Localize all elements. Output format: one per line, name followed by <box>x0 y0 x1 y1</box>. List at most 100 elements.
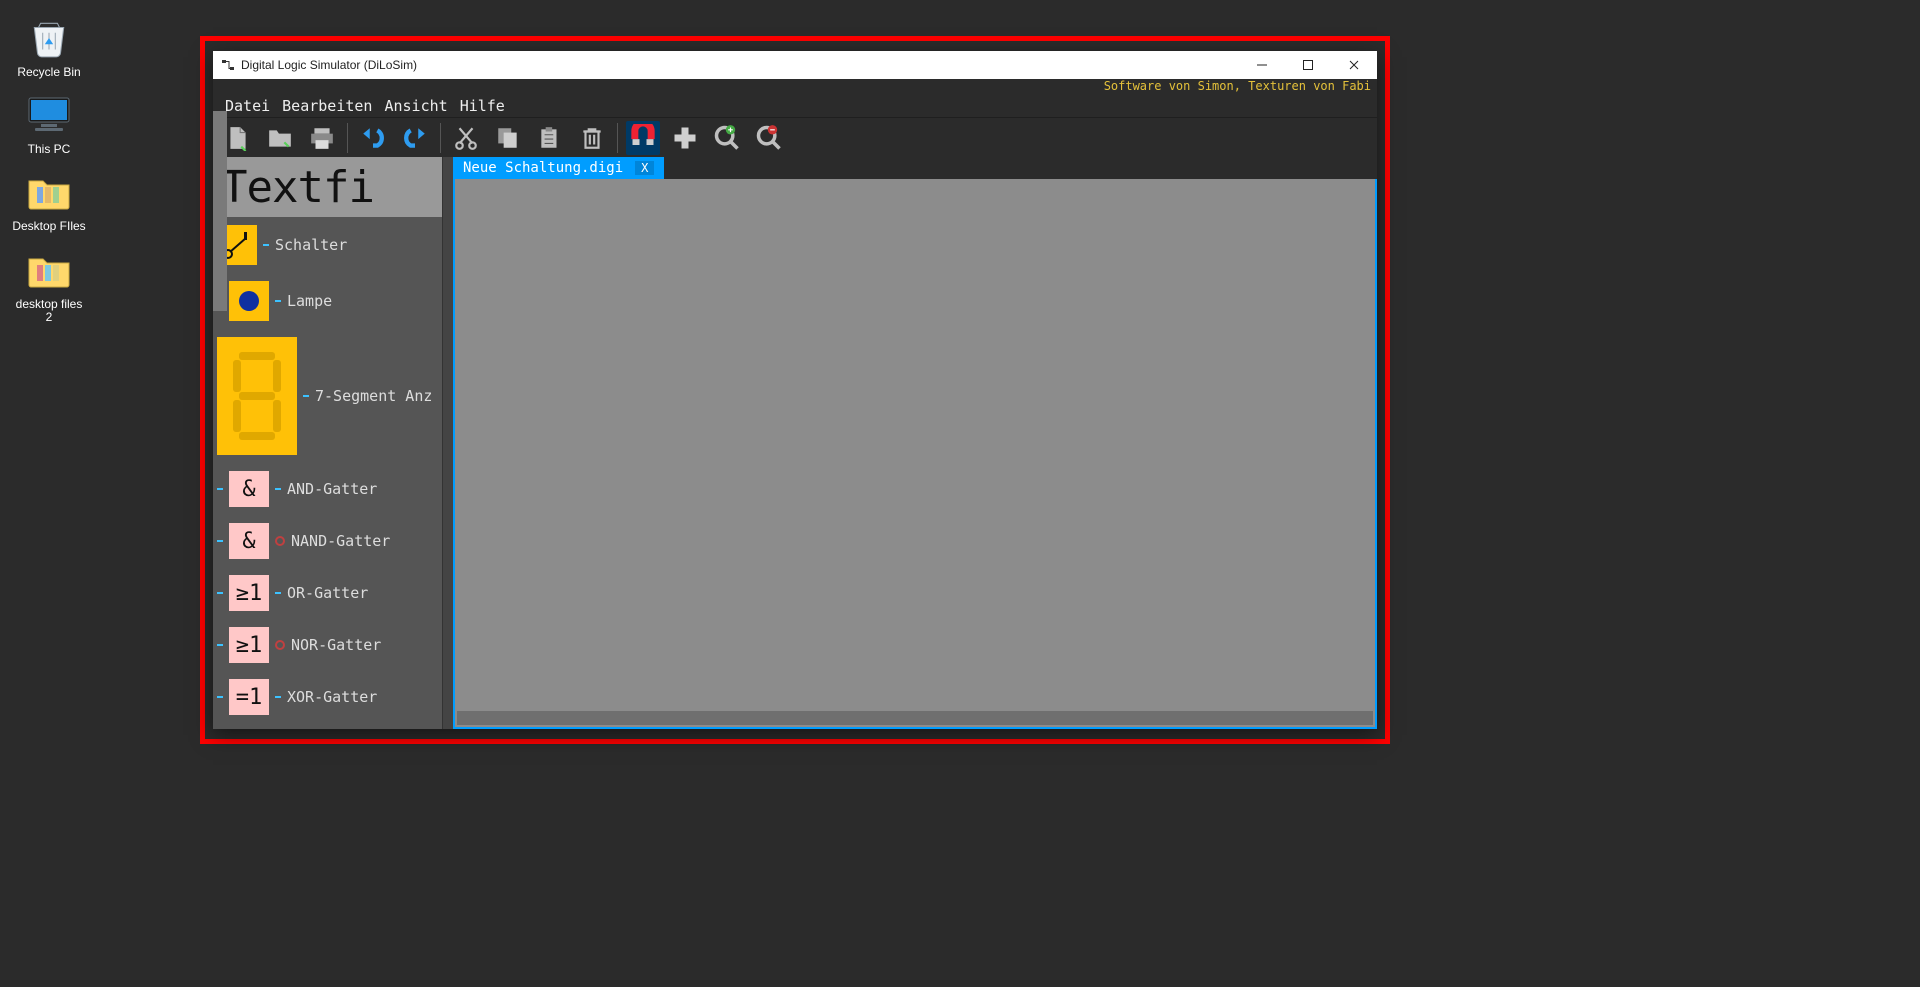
menu-hilfe[interactable]: Hilfe <box>454 97 511 115</box>
printer-icon <box>309 125 335 151</box>
part-nor[interactable]: ≥1NOR-Gatter <box>213 619 442 671</box>
toolbar-separator <box>440 123 441 153</box>
part-lamp[interactable]: Lampe <box>213 273 442 329</box>
part-label: Schalter <box>275 236 347 254</box>
parts-sidebar: Textfi SchalterLampe7-Segment Anz&AND-Ga… <box>213 157 443 729</box>
desktop-icon-label: desktop files 2 <box>16 298 83 324</box>
highlight-frame: Digital Logic Simulator (DiLoSim) Softwa… <box>200 36 1390 744</box>
minimize-button[interactable] <box>1239 51 1285 79</box>
desktop-icon-label: Recycle Bin <box>17 66 80 79</box>
main-area: Neue Schaltung.digi X <box>453 157 1377 729</box>
desktop-icon-recycle-bin[interactable]: Recycle Bin <box>4 8 94 85</box>
part-label: OR-Gatter <box>287 584 368 602</box>
paste-button[interactable] <box>533 121 567 155</box>
gate-icon: ≥1 <box>229 575 269 611</box>
pin-in <box>217 540 223 542</box>
pin-in <box>217 488 223 490</box>
copy-icon <box>495 125 521 151</box>
toolbar <box>213 117 1377 157</box>
maximize-button[interactable] <box>1285 51 1331 79</box>
magnet-icon <box>629 124 657 152</box>
window-title: Digital Logic Simulator (DiLoSim) <box>241 58 1239 72</box>
part-label: 7-Segment Anz <box>315 387 432 405</box>
part-nand[interactable]: & NAND-Gatter <box>213 515 442 567</box>
paste-icon <box>537 125 563 151</box>
sidebar-scroll-thumb[interactable] <box>213 157 227 311</box>
save-button[interactable] <box>305 121 339 155</box>
add-button[interactable] <box>668 121 702 155</box>
pin-out <box>275 592 281 594</box>
zoom-in-icon <box>713 124 741 152</box>
splitter[interactable] <box>443 157 453 729</box>
undo-icon <box>359 125 387 151</box>
seven-segment-icon <box>217 337 297 455</box>
toolbar-separator <box>347 123 348 153</box>
zoom-in-button[interactable] <box>710 121 744 155</box>
pin-in <box>217 696 223 698</box>
delete-button[interactable] <box>575 121 609 155</box>
cut-button[interactable] <box>449 121 483 155</box>
redo-icon <box>401 125 429 151</box>
pin-out <box>275 488 281 490</box>
pin-out <box>275 696 281 698</box>
redo-button[interactable] <box>398 121 432 155</box>
menu-datei[interactable]: Datei <box>219 97 276 115</box>
open-button[interactable] <box>263 121 297 155</box>
zoom-out-button[interactable] <box>752 121 786 155</box>
part-label: NAND-Gatter <box>291 532 390 550</box>
app-icon <box>221 58 235 72</box>
part-switch[interactable]: Schalter <box>213 217 442 273</box>
menu-bearbeiten[interactable]: Bearbeiten <box>276 97 378 115</box>
text-filter-field[interactable]: Textfi <box>213 157 442 217</box>
titlebar[interactable]: Digital Logic Simulator (DiLoSim) <box>213 51 1377 79</box>
lamp-icon <box>229 281 269 321</box>
part-label: NOR-Gatter <box>291 636 381 654</box>
undo-button[interactable] <box>356 121 390 155</box>
part-label: AND-Gatter <box>287 480 377 498</box>
part-xor[interactable]: =1 XOR-Gatter <box>213 671 442 723</box>
desktop-icon-this-pc[interactable]: This PC <box>4 85 94 162</box>
zoom-out-icon <box>755 124 783 152</box>
desktop-icon-label: This PC <box>28 143 71 156</box>
part-or[interactable]: ≥1 OR-Gatter <box>213 567 442 619</box>
pin-out <box>275 300 281 302</box>
file-icon <box>225 125 251 151</box>
part-and[interactable]: &AND-Gatter <box>213 463 442 515</box>
cut-icon <box>453 125 479 151</box>
trash-icon <box>579 125 605 151</box>
recycle-bin-icon <box>25 14 73 62</box>
desktop-icon-label: Desktop FIles <box>12 220 85 233</box>
copy-button[interactable] <box>491 121 525 155</box>
parts-list: SchalterLampe7-Segment Anz&AND-Gatter&NA… <box>213 217 442 729</box>
this-pc-icon <box>25 91 73 139</box>
toolbar-separator <box>617 123 618 153</box>
canvas-wrap <box>453 179 1377 729</box>
tab-active[interactable]: Neue Schaltung.digi X <box>453 157 664 179</box>
app-window: Digital Logic Simulator (DiLoSim) Softwa… <box>213 51 1377 729</box>
part-seg7[interactable]: 7-Segment Anz <box>213 329 442 463</box>
gate-icon: =1 <box>229 679 269 715</box>
tabbar: Neue Schaltung.digi X <box>453 157 1377 179</box>
pin-in <box>217 644 223 646</box>
folder-icon <box>267 125 293 151</box>
gate-icon: & <box>229 523 269 559</box>
tab-close-button[interactable]: X <box>635 161 654 175</box>
canvas-h-scrollbar[interactable] <box>457 711 1373 725</box>
gate-icon: & <box>229 471 269 507</box>
pin-out <box>303 395 309 397</box>
pin-out-neg <box>275 640 285 650</box>
snap-button[interactable] <box>626 121 660 155</box>
menu-ansicht[interactable]: Ansicht <box>378 97 453 115</box>
folder-icon <box>25 168 73 216</box>
folder-icon <box>25 246 73 294</box>
pin-in <box>217 592 223 594</box>
part-label: XOR-Gatter <box>287 688 377 706</box>
tab-label: Neue Schaltung.digi <box>463 160 623 176</box>
schematic-canvas[interactable] <box>455 179 1375 727</box>
pin-out-neg <box>275 536 285 546</box>
pin-out <box>263 244 269 246</box>
close-button[interactable] <box>1331 51 1377 79</box>
desktop-icon-desktop-files-2[interactable]: desktop files 2 <box>4 240 94 330</box>
plus-icon <box>671 124 699 152</box>
desktop-icon-desktop-files[interactable]: Desktop FIles <box>4 162 94 239</box>
